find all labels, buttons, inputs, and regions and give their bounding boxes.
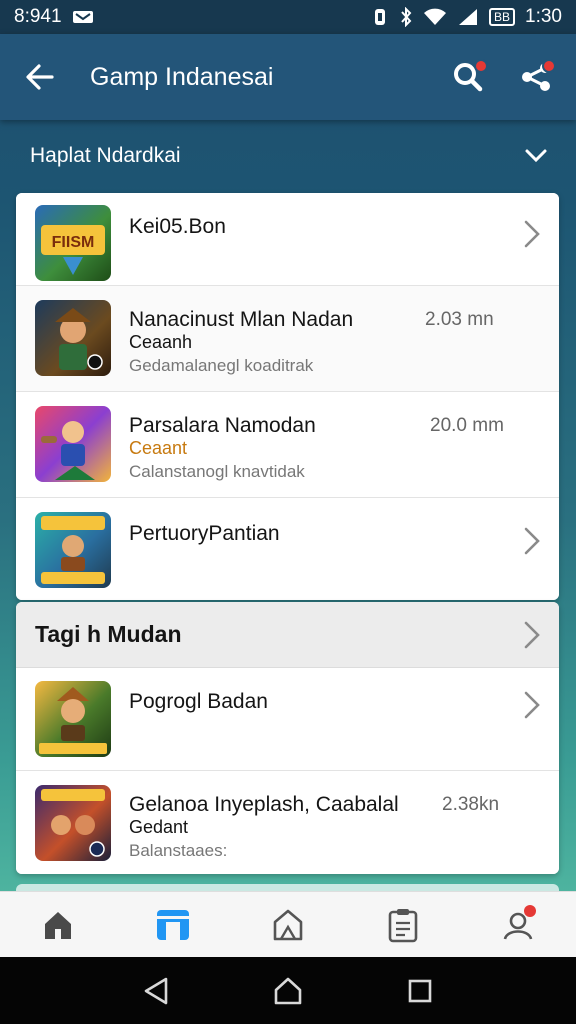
share-badge — [542, 59, 556, 73]
row-title: Kei05.Bon — [129, 215, 226, 238]
nav-profile[interactable] — [488, 897, 548, 953]
app-bar: Gamp Indanesai — [0, 34, 576, 120]
list-item[interactable]: Gelanoa Inyeplash, Caabalal Gedant Balan… — [16, 771, 559, 874]
row-meta: Gedamalanegl koaditrak — [129, 356, 314, 375]
game-thumbnail-icon — [35, 406, 111, 482]
nav-store[interactable] — [143, 897, 203, 953]
back-button[interactable] — [18, 55, 62, 99]
row-size: 2.03 mn — [425, 309, 494, 330]
search-button[interactable] — [446, 55, 490, 99]
list-item[interactable]: Pogrogl Badan — [16, 668, 559, 771]
status-left: 8:941 — [14, 6, 94, 28]
chevron-right-icon — [524, 527, 540, 555]
section-header[interactable]: Haplat Ndardkai — [0, 120, 576, 192]
group-title: Tagi h Mudan — [35, 621, 182, 647]
list-item[interactable]: FIISM Kei05.Bon — [16, 193, 559, 286]
system-nav — [0, 957, 576, 1024]
square-recents-icon — [408, 979, 432, 1002]
system-recents-button[interactable] — [397, 968, 443, 1014]
status-time-left: 8:941 — [14, 6, 62, 27]
page-title: Gamp Indanesai — [90, 62, 274, 91]
share-button[interactable] — [514, 55, 558, 99]
chevron-right-icon — [524, 691, 540, 719]
list-item[interactable]: Nanacinust Mlan Nadan Ceaanh Gedamalaneg… — [16, 286, 559, 392]
row-subtitle: Ceaanh — [129, 332, 193, 352]
wifi-icon — [423, 8, 447, 26]
game-list-card: FIISM Kei05.Bon Nanacinust Mlan Nadan Ce… — [16, 193, 559, 600]
row-meta: Calanstanogl knavtidak — [129, 462, 305, 481]
game-thumbnail-icon — [35, 681, 111, 757]
triangle-back-icon — [144, 977, 168, 1004]
game-thumbnail-icon — [35, 300, 111, 376]
row-size: 2.38kn — [442, 794, 500, 815]
row-title: Gelanoa Inyeplash, Caabalal — [129, 793, 399, 816]
battery-icon: BB — [489, 8, 516, 26]
row-title: Parsalara Namodan — [129, 414, 316, 437]
game-thumbnail-icon: FIISM — [35, 205, 111, 281]
bluetooth-icon — [399, 7, 413, 27]
list-item[interactable]: Parsalara Namodan Ceaant Calanstanogl kn… — [16, 392, 559, 498]
arrow-left-icon — [26, 64, 54, 90]
nav-library[interactable] — [258, 897, 318, 953]
row-subtitle: Ceaant — [129, 438, 188, 458]
vibrate-icon — [371, 7, 389, 27]
library-icon — [273, 909, 303, 940]
status-time-right: 1:30 — [525, 6, 562, 27]
game-thumbnail-icon — [35, 512, 111, 588]
signal-icon — [457, 8, 479, 26]
chevron-right-icon — [524, 621, 540, 648]
notification-icon — [72, 9, 94, 25]
store-icon — [156, 909, 189, 940]
battery-label: BB — [494, 10, 511, 24]
row-title: PertuoryPantian — [129, 522, 280, 545]
group-header[interactable]: Tagi h Mudan — [16, 602, 559, 668]
row-title: Nanacinust Mlan Nadan — [129, 308, 354, 331]
bottom-nav — [0, 891, 576, 957]
status-bar: 8:941 BB 1:30 — [0, 0, 576, 34]
list-item[interactable]: PertuoryPantian — [16, 498, 559, 600]
nav-home[interactable] — [28, 897, 88, 953]
system-home-button[interactable] — [265, 968, 311, 1014]
search-badge — [474, 59, 488, 73]
row-size: 20.0 mm — [430, 415, 504, 436]
row-meta: Balanstaaes: — [129, 841, 228, 860]
status-right: BB 1:30 — [371, 6, 562, 28]
section-title: Haplat Ndardkai — [30, 144, 181, 167]
home-icon — [44, 911, 71, 939]
game-thumbnail-icon — [35, 785, 111, 861]
profile-badge — [524, 904, 537, 917]
svg-text:FIISM: FIISM — [52, 234, 95, 251]
row-subtitle: Gedant — [129, 817, 189, 837]
home-outline-icon — [274, 977, 302, 1004]
chevron-down-icon — [525, 149, 547, 163]
game-group-card: Tagi h Mudan Pogrogl Badan Gelanoa Inyep… — [16, 602, 559, 874]
nav-tasks[interactable] — [373, 897, 433, 953]
system-back-button[interactable] — [133, 968, 179, 1014]
row-title: Pogrogl Badan — [129, 690, 268, 713]
clipboard-icon — [388, 908, 418, 942]
chevron-right-icon — [524, 220, 540, 248]
